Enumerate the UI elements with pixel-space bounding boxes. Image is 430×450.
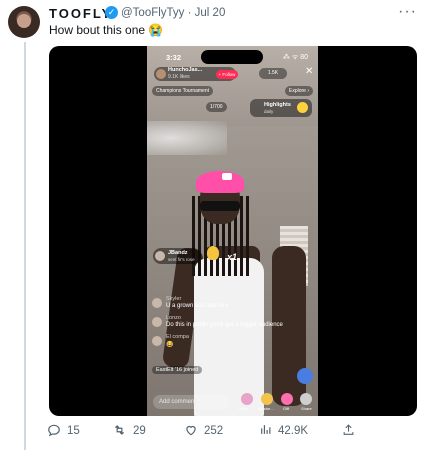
cap-logo xyxy=(222,173,232,180)
tweet-text: How bout this one 😭 xyxy=(49,23,164,37)
joined-notice: EastElt '16 joined xyxy=(152,366,203,374)
reply-count: 15 xyxy=(67,425,80,437)
retweet-count: 29 xyxy=(133,425,146,437)
commenter-avatar xyxy=(152,336,162,346)
comment-list: Skyler U a grown ass man bro Lonzo Do th… xyxy=(152,296,307,353)
view-count: 42.9K xyxy=(278,425,309,437)
comment-text: 😂 xyxy=(166,342,174,348)
viewer-count: 1.5K xyxy=(259,68,287,79)
emoji-label: Beisbe... xyxy=(258,406,274,411)
share-circle-icon xyxy=(297,368,313,384)
emoji-icon xyxy=(261,393,273,405)
heart-icon xyxy=(184,423,198,440)
list-item: Skyler U a grown ass man bro xyxy=(152,296,307,312)
host-name: HunchoJas... xyxy=(168,67,203,73)
commenter-avatar xyxy=(152,298,162,308)
tournament-pill: Champions Tournament xyxy=(152,86,213,96)
views-button[interactable]: 42.9K xyxy=(259,422,308,440)
like-button[interactable]: 252 xyxy=(184,422,223,440)
host-likes: 9.1K likes xyxy=(168,74,190,80)
multi-label: Multi xyxy=(239,406,248,411)
gift-label: Gift xyxy=(283,406,290,411)
status-time: 3:32 xyxy=(166,53,182,62)
gift-avatar xyxy=(155,251,165,261)
bottom-bar: Add comment... Multi Beisbe... Gift Shar… xyxy=(147,390,318,416)
gift-count: x1 xyxy=(227,252,238,262)
action-bar: 15 29 252 42.9K xyxy=(47,422,377,440)
rank-pill: 1/700 xyxy=(206,102,227,112)
comment-user: Lonzo xyxy=(166,315,181,321)
commenter-avatar xyxy=(152,317,162,327)
gift-sender: JBandz xyxy=(168,250,188,256)
bar-chart-icon xyxy=(259,423,272,439)
highlights-card: Highlights daily xyxy=(250,99,312,117)
comment-text: Do this in public you'll get a bigger au… xyxy=(166,322,283,328)
handle-and-date[interactable]: @TooFlyTyy · Jul 20 xyxy=(121,7,225,19)
host-info: HunchoJas... 9.1K likes + Follow xyxy=(154,67,238,81)
gift-banner: JBandz sent fir's rose xyxy=(153,248,201,264)
follow-button: + Follow xyxy=(216,70,238,79)
gift-sub: sent fir's rose xyxy=(168,257,195,262)
thread-line xyxy=(24,42,26,450)
display-name[interactable]: TOOFLY xyxy=(49,6,112,21)
comment-user: Skyler xyxy=(166,296,182,302)
highlights-sub: daily xyxy=(264,109,274,114)
list-item: Lonzo Do this in public you'll get a big… xyxy=(152,315,307,331)
avatar[interactable] xyxy=(8,6,40,38)
gift-box-icon xyxy=(281,393,293,405)
retweet-button[interactable]: 29 xyxy=(112,422,146,440)
gift-icon xyxy=(207,246,219,260)
like-count: 252 xyxy=(204,425,224,437)
comment-user: El compa xyxy=(166,334,189,340)
dynamic-island xyxy=(201,50,263,64)
comment-input: Add comment... xyxy=(153,395,229,409)
pink-cap xyxy=(196,171,244,193)
ceiling-fan xyxy=(147,121,227,155)
more-horizontal-icon[interactable]: ··· xyxy=(398,3,417,21)
explore-pill: Explore › xyxy=(284,86,313,96)
retweet-icon xyxy=(112,423,127,440)
list-item: El compa 😂 xyxy=(152,334,307,350)
reply-button[interactable]: 15 xyxy=(47,422,80,440)
close-icon: ✕ xyxy=(305,66,314,77)
sunglasses xyxy=(200,201,240,211)
multi-icon xyxy=(241,393,253,405)
status-signal: ⁂ ᯤ 80 xyxy=(282,54,308,61)
share-icon xyxy=(300,393,312,405)
share-icon xyxy=(342,423,355,440)
video-media[interactable]: 3:32 ⁂ ᯤ 80 HunchoJas... 9.1K likes + Fo… xyxy=(49,46,417,416)
comment-text: U a grown ass man bro xyxy=(166,303,229,309)
live-stream-screen: 3:32 ⁂ ᯤ 80 HunchoJas... 9.1K likes + Fo… xyxy=(147,46,318,416)
share-button[interactable] xyxy=(342,422,355,440)
reply-icon xyxy=(47,423,61,440)
tweet-card[interactable]: TOOFLY ✓ @TooFlyTyy · Jul 20 ··· How bou… xyxy=(0,0,430,450)
host-avatar xyxy=(156,69,166,79)
emoji-icon xyxy=(297,102,308,113)
share-label: Share xyxy=(301,406,312,411)
verified-badge-icon: ✓ xyxy=(105,6,118,19)
highlights-title: Highlights xyxy=(264,102,291,108)
